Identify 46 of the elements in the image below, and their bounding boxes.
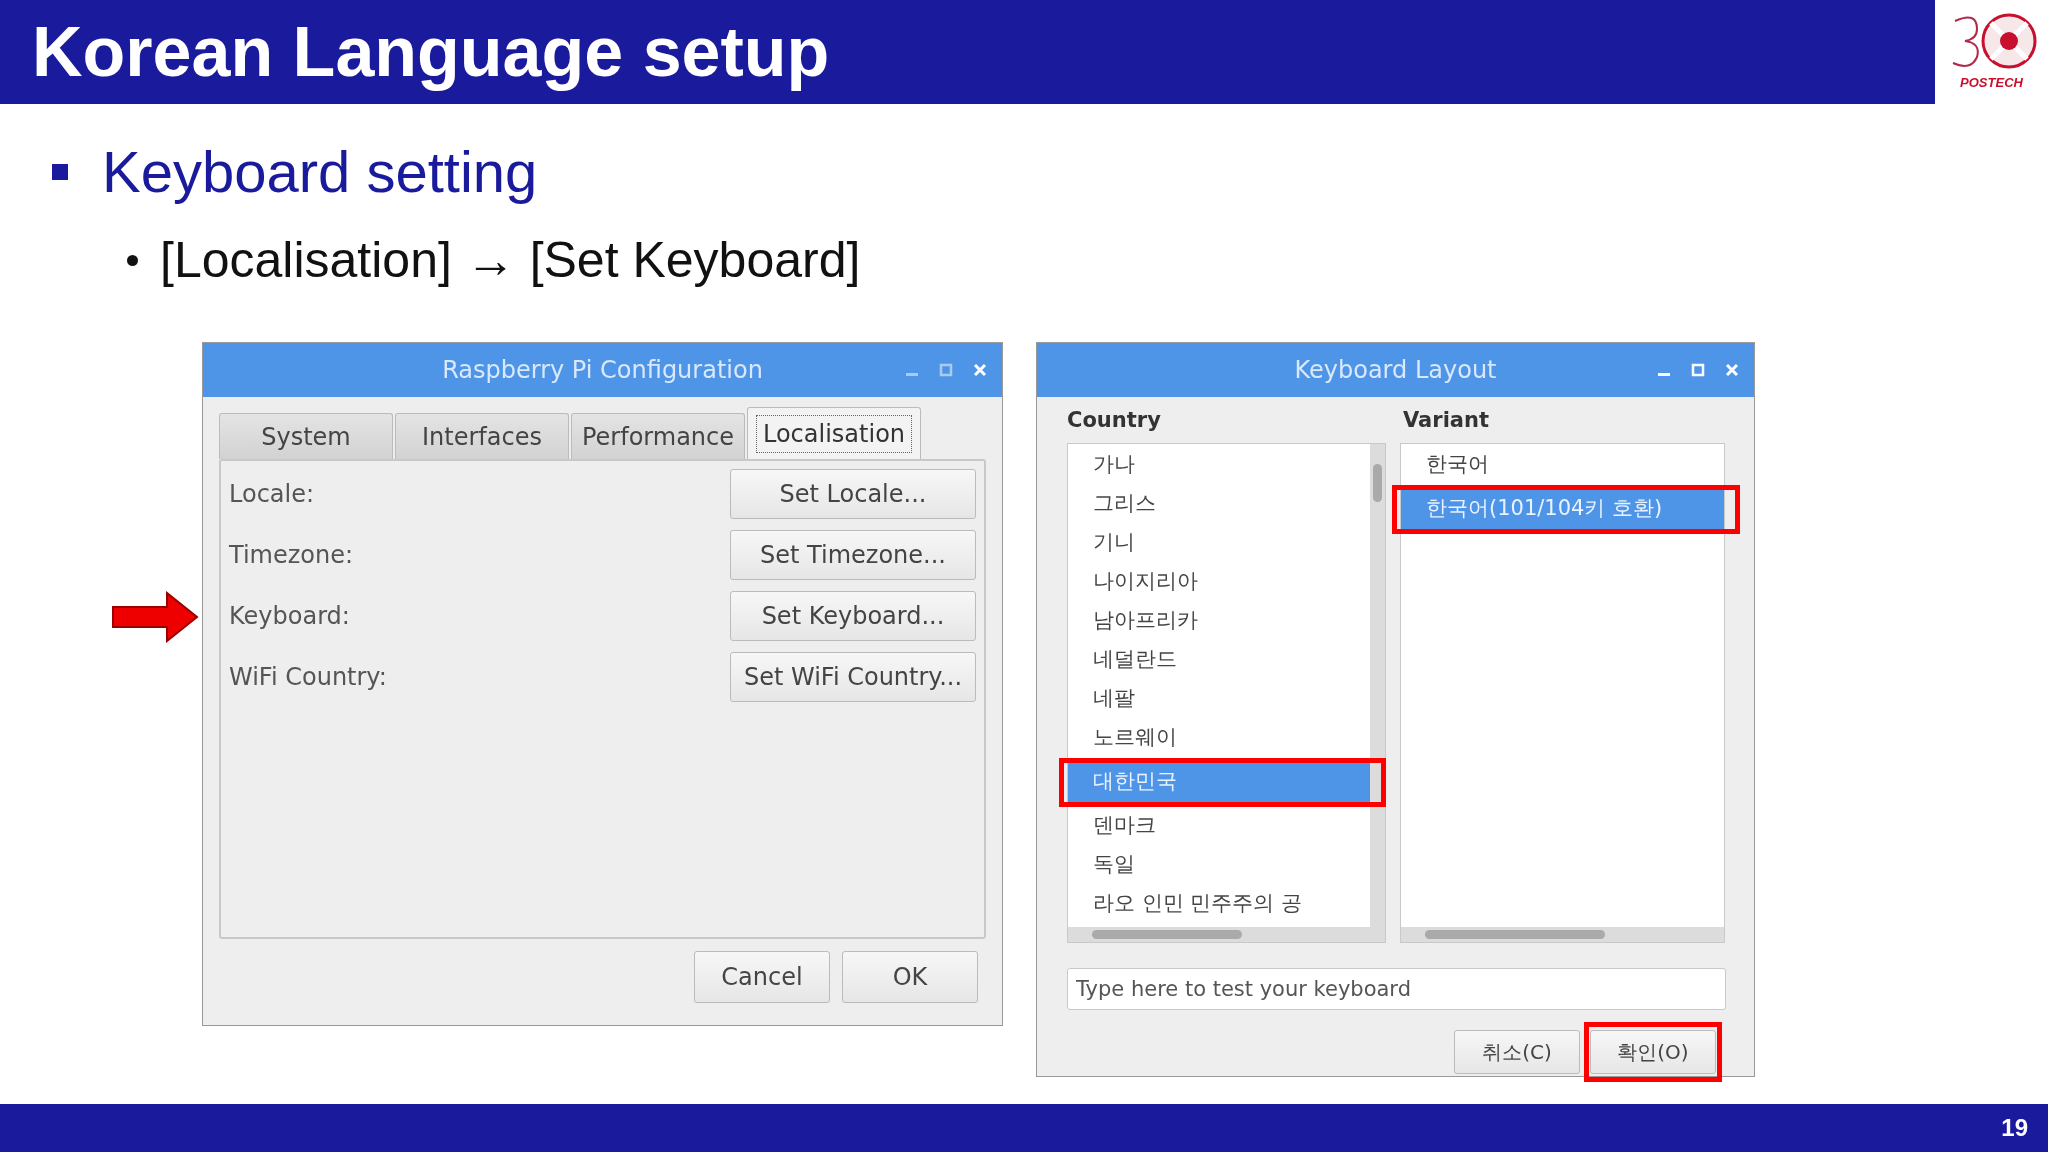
list-item[interactable]: 기니 — [1068, 523, 1370, 563]
list-item[interactable]: 독일 — [1068, 845, 1370, 885]
list-item[interactable]: 덴마크 — [1068, 806, 1370, 846]
list-item[interactable]: 그리스 — [1068, 484, 1370, 524]
list-item[interactable]: 나이지리아 — [1068, 562, 1370, 602]
list-item[interactable]: 한국어 — [1401, 445, 1724, 485]
close-icon[interactable] — [1724, 362, 1740, 378]
tab[interactable]: Interfaces — [395, 413, 569, 459]
list-item[interactable]: 남아프리카 — [1068, 601, 1370, 641]
list-item[interactable]: 네팔 — [1068, 679, 1370, 719]
bullet-icon — [52, 163, 68, 180]
setting-label: Keyboard: — [229, 601, 350, 632]
list-item[interactable]: 가나 — [1068, 445, 1370, 485]
list-item[interactable]: 네덜란드 — [1068, 640, 1370, 680]
list-item[interactable]: 노르웨이 — [1068, 718, 1370, 758]
tab[interactable]: System — [219, 413, 393, 459]
dialog-button[interactable]: 취소(C) — [1454, 1029, 1580, 1074]
dialog-button[interactable]: 확인(O) — [1590, 1029, 1716, 1074]
setting-button[interactable]: Set WiFi Country... — [730, 652, 976, 702]
dialog-button[interactable]: OK — [842, 951, 978, 1003]
window-title: Keyboard Layout — [1294, 355, 1497, 386]
setting-button[interactable]: Set Locale... — [730, 469, 976, 519]
tab[interactable]: Localisation — [747, 407, 921, 459]
bullet-icon — [127, 255, 138, 266]
maximize-icon[interactable] — [938, 362, 954, 378]
column-header: Country — [1067, 407, 1162, 434]
setting-label: Locale: — [229, 479, 315, 510]
logo-text: POSTECH — [1960, 74, 2023, 93]
dialog-button[interactable]: Cancel — [694, 951, 830, 1003]
test-input-field[interactable]: Type here to test your keyboard — [1067, 967, 1726, 1010]
column-header: Variant — [1403, 407, 1490, 434]
setting-button[interactable]: Set Keyboard... — [730, 591, 976, 641]
tab[interactable]: Performance — [571, 413, 745, 459]
bullet-text: Keyboard setting — [102, 138, 538, 206]
bullet-text: [Localisation] → [Set Keyboard] — [160, 231, 861, 290]
setting-label: Timezone: — [229, 540, 354, 571]
scrollbar[interactable] — [1370, 443, 1385, 927]
list-item[interactable]: 라오 인민 민주주의 공 — [1068, 884, 1370, 924]
scrollbar[interactable] — [1068, 926, 1385, 942]
window-title: Raspberry Pi Configuration — [442, 355, 763, 386]
slide-title: Korean Language setup — [0, 0, 1935, 104]
setting-button[interactable]: Set Timezone... — [730, 530, 976, 580]
page-number: 19 — [2001, 1113, 2028, 1143]
setting-label: WiFi Country: — [229, 662, 387, 693]
scrollbar[interactable] — [1401, 926, 1724, 942]
close-icon[interactable] — [972, 362, 988, 378]
